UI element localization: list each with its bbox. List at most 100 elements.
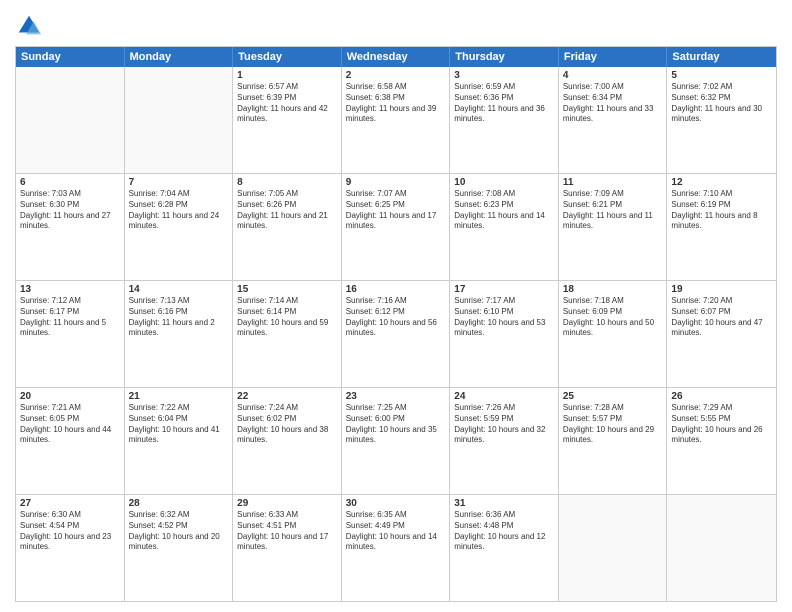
day-info: Sunrise: 7:10 AM Sunset: 6:19 PM Dayligh… — [671, 189, 772, 232]
logo-icon — [15, 12, 43, 40]
calendar-cell: 22Sunrise: 7:24 AM Sunset: 6:02 PM Dayli… — [233, 388, 342, 494]
header-day-thursday: Thursday — [450, 47, 559, 67]
calendar-header: SundayMondayTuesdayWednesdayThursdayFrid… — [16, 47, 776, 67]
day-info: Sunrise: 6:59 AM Sunset: 6:36 PM Dayligh… — [454, 82, 554, 125]
calendar-cell: 31Sunrise: 6:36 AM Sunset: 4:48 PM Dayli… — [450, 495, 559, 601]
calendar-cell: 10Sunrise: 7:08 AM Sunset: 6:23 PM Dayli… — [450, 174, 559, 280]
day-info: Sunrise: 7:18 AM Sunset: 6:09 PM Dayligh… — [563, 296, 663, 339]
page-header — [15, 10, 777, 40]
day-info: Sunrise: 7:13 AM Sunset: 6:16 PM Dayligh… — [129, 296, 229, 339]
day-info: Sunrise: 7:20 AM Sunset: 6:07 PM Dayligh… — [671, 296, 772, 339]
day-number: 14 — [129, 284, 229, 295]
day-info: Sunrise: 7:24 AM Sunset: 6:02 PM Dayligh… — [237, 403, 337, 446]
calendar-cell: 19Sunrise: 7:20 AM Sunset: 6:07 PM Dayli… — [667, 281, 776, 387]
day-info: Sunrise: 7:00 AM Sunset: 6:34 PM Dayligh… — [563, 82, 663, 125]
day-number: 15 — [237, 284, 337, 295]
day-number: 10 — [454, 177, 554, 188]
day-info: Sunrise: 7:04 AM Sunset: 6:28 PM Dayligh… — [129, 189, 229, 232]
day-info: Sunrise: 6:35 AM Sunset: 4:49 PM Dayligh… — [346, 510, 446, 553]
day-number: 4 — [563, 70, 663, 81]
calendar-cell: 15Sunrise: 7:14 AM Sunset: 6:14 PM Dayli… — [233, 281, 342, 387]
calendar-cell — [667, 495, 776, 601]
calendar-row-2: 13Sunrise: 7:12 AM Sunset: 6:17 PM Dayli… — [16, 280, 776, 387]
calendar-cell: 3Sunrise: 6:59 AM Sunset: 6:36 PM Daylig… — [450, 67, 559, 173]
day-info: Sunrise: 6:30 AM Sunset: 4:54 PM Dayligh… — [20, 510, 120, 553]
day-info: Sunrise: 7:02 AM Sunset: 6:32 PM Dayligh… — [671, 82, 772, 125]
calendar-cell — [16, 67, 125, 173]
day-number: 28 — [129, 498, 229, 509]
day-number: 21 — [129, 391, 229, 402]
calendar-cell — [559, 495, 668, 601]
calendar-body: 1Sunrise: 6:57 AM Sunset: 6:39 PM Daylig… — [16, 67, 776, 601]
calendar-row-4: 27Sunrise: 6:30 AM Sunset: 4:54 PM Dayli… — [16, 494, 776, 601]
day-number: 6 — [20, 177, 120, 188]
calendar: SundayMondayTuesdayWednesdayThursdayFrid… — [15, 46, 777, 602]
day-number: 11 — [563, 177, 663, 188]
header-day-tuesday: Tuesday — [233, 47, 342, 67]
calendar-cell: 14Sunrise: 7:13 AM Sunset: 6:16 PM Dayli… — [125, 281, 234, 387]
calendar-row-1: 6Sunrise: 7:03 AM Sunset: 6:30 PM Daylig… — [16, 173, 776, 280]
calendar-cell: 1Sunrise: 6:57 AM Sunset: 6:39 PM Daylig… — [233, 67, 342, 173]
day-number: 27 — [20, 498, 120, 509]
day-info: Sunrise: 7:12 AM Sunset: 6:17 PM Dayligh… — [20, 296, 120, 339]
day-number: 24 — [454, 391, 554, 402]
day-info: Sunrise: 7:07 AM Sunset: 6:25 PM Dayligh… — [346, 189, 446, 232]
logo — [15, 10, 43, 40]
day-info: Sunrise: 6:32 AM Sunset: 4:52 PM Dayligh… — [129, 510, 229, 553]
day-info: Sunrise: 7:26 AM Sunset: 5:59 PM Dayligh… — [454, 403, 554, 446]
day-number: 13 — [20, 284, 120, 295]
day-number: 5 — [671, 70, 772, 81]
day-number: 18 — [563, 284, 663, 295]
header-day-monday: Monday — [125, 47, 234, 67]
day-number: 3 — [454, 70, 554, 81]
day-number: 2 — [346, 70, 446, 81]
day-info: Sunrise: 7:22 AM Sunset: 6:04 PM Dayligh… — [129, 403, 229, 446]
day-number: 23 — [346, 391, 446, 402]
calendar-cell: 25Sunrise: 7:28 AM Sunset: 5:57 PM Dayli… — [559, 388, 668, 494]
calendar-cell: 21Sunrise: 7:22 AM Sunset: 6:04 PM Dayli… — [125, 388, 234, 494]
day-number: 8 — [237, 177, 337, 188]
calendar-cell — [125, 67, 234, 173]
day-info: Sunrise: 6:57 AM Sunset: 6:39 PM Dayligh… — [237, 82, 337, 125]
calendar-row-0: 1Sunrise: 6:57 AM Sunset: 6:39 PM Daylig… — [16, 67, 776, 173]
calendar-cell: 28Sunrise: 6:32 AM Sunset: 4:52 PM Dayli… — [125, 495, 234, 601]
calendar-cell: 29Sunrise: 6:33 AM Sunset: 4:51 PM Dayli… — [233, 495, 342, 601]
calendar-cell: 26Sunrise: 7:29 AM Sunset: 5:55 PM Dayli… — [667, 388, 776, 494]
day-number: 17 — [454, 284, 554, 295]
calendar-cell: 2Sunrise: 6:58 AM Sunset: 6:38 PM Daylig… — [342, 67, 451, 173]
calendar-cell: 11Sunrise: 7:09 AM Sunset: 6:21 PM Dayli… — [559, 174, 668, 280]
day-number: 1 — [237, 70, 337, 81]
calendar-cell: 6Sunrise: 7:03 AM Sunset: 6:30 PM Daylig… — [16, 174, 125, 280]
calendar-cell: 30Sunrise: 6:35 AM Sunset: 4:49 PM Dayli… — [342, 495, 451, 601]
day-info: Sunrise: 6:33 AM Sunset: 4:51 PM Dayligh… — [237, 510, 337, 553]
calendar-cell: 7Sunrise: 7:04 AM Sunset: 6:28 PM Daylig… — [125, 174, 234, 280]
day-info: Sunrise: 7:17 AM Sunset: 6:10 PM Dayligh… — [454, 296, 554, 339]
calendar-cell: 17Sunrise: 7:17 AM Sunset: 6:10 PM Dayli… — [450, 281, 559, 387]
day-number: 16 — [346, 284, 446, 295]
day-number: 26 — [671, 391, 772, 402]
header-day-friday: Friday — [559, 47, 668, 67]
calendar-cell: 16Sunrise: 7:16 AM Sunset: 6:12 PM Dayli… — [342, 281, 451, 387]
calendar-row-3: 20Sunrise: 7:21 AM Sunset: 6:05 PM Dayli… — [16, 387, 776, 494]
day-info: Sunrise: 7:09 AM Sunset: 6:21 PM Dayligh… — [563, 189, 663, 232]
calendar-cell: 20Sunrise: 7:21 AM Sunset: 6:05 PM Dayli… — [16, 388, 125, 494]
day-number: 7 — [129, 177, 229, 188]
day-number: 31 — [454, 498, 554, 509]
day-info: Sunrise: 7:08 AM Sunset: 6:23 PM Dayligh… — [454, 189, 554, 232]
calendar-cell: 4Sunrise: 7:00 AM Sunset: 6:34 PM Daylig… — [559, 67, 668, 173]
header-day-wednesday: Wednesday — [342, 47, 451, 67]
calendar-cell: 13Sunrise: 7:12 AM Sunset: 6:17 PM Dayli… — [16, 281, 125, 387]
day-number: 22 — [237, 391, 337, 402]
header-day-saturday: Saturday — [667, 47, 776, 67]
day-number: 19 — [671, 284, 772, 295]
day-number: 9 — [346, 177, 446, 188]
day-info: Sunrise: 7:21 AM Sunset: 6:05 PM Dayligh… — [20, 403, 120, 446]
calendar-cell: 27Sunrise: 6:30 AM Sunset: 4:54 PM Dayli… — [16, 495, 125, 601]
day-info: Sunrise: 7:03 AM Sunset: 6:30 PM Dayligh… — [20, 189, 120, 232]
calendar-cell: 18Sunrise: 7:18 AM Sunset: 6:09 PM Dayli… — [559, 281, 668, 387]
day-number: 30 — [346, 498, 446, 509]
header-day-sunday: Sunday — [16, 47, 125, 67]
day-info: Sunrise: 6:58 AM Sunset: 6:38 PM Dayligh… — [346, 82, 446, 125]
day-info: Sunrise: 7:16 AM Sunset: 6:12 PM Dayligh… — [346, 296, 446, 339]
day-number: 29 — [237, 498, 337, 509]
